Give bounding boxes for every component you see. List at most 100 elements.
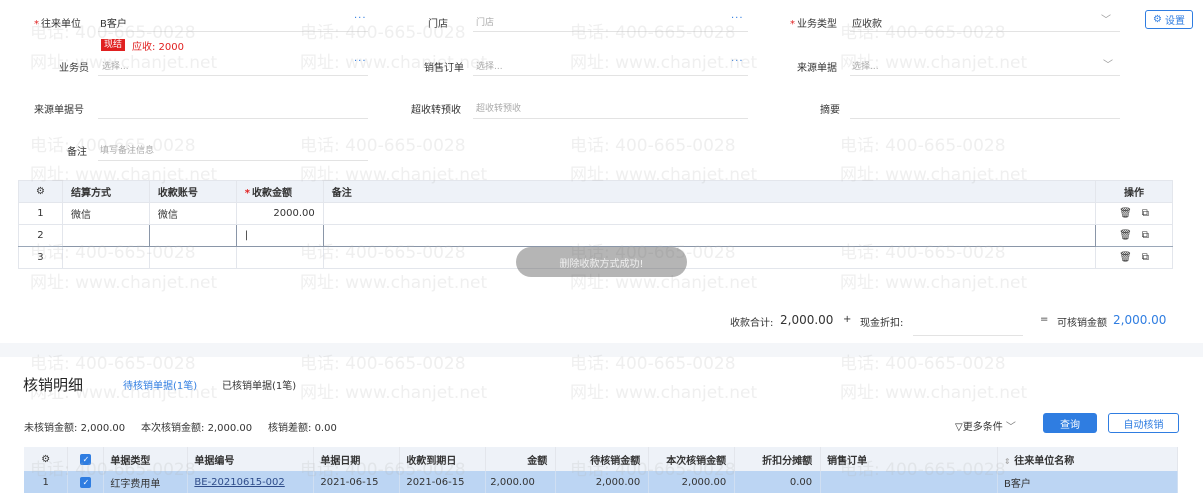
receipt-table-header: ⚙ 结算方式 收款账号 * 收款金额 备注 操作	[18, 180, 1173, 203]
salesman-label: 业务员	[59, 63, 89, 74]
writeoff-amount-value: 2,000.00	[1113, 313, 1167, 327]
store-more-icon[interactable]: ···	[731, 13, 744, 24]
remark-underline	[98, 160, 368, 161]
equals-sign: =	[1040, 314, 1049, 325]
row-number: 1	[24, 471, 69, 493]
account-cell[interactable]	[148, 224, 237, 247]
col-method: 结算方式	[61, 180, 150, 203]
discount-cell: 0.00	[734, 471, 822, 493]
watermark-site: 网址: www.chanjet.net	[300, 383, 488, 403]
note-cell[interactable]	[322, 202, 1097, 225]
salesman-more-icon[interactable]: ···	[354, 56, 367, 67]
watermark-site: 网址: www.chanjet.net	[840, 273, 1028, 293]
current-cell[interactable]: 2,000.00	[648, 471, 736, 493]
watermark-phone: 电话: 400-665-0028	[300, 136, 466, 156]
summary-input[interactable]	[850, 118, 1120, 119]
customer-value[interactable]: B客户	[100, 15, 127, 30]
copy-icon[interactable]: ⧉	[1142, 230, 1149, 241]
gear-icon: ⚙	[1153, 14, 1162, 25]
table-row[interactable]: 1 ✓ 红字费用单 BE-20210615-002 2021-06-15 202…	[24, 471, 1178, 493]
column-settings-icon[interactable]: ⚙	[24, 447, 69, 471]
chevron-down-icon[interactable]: ﹀	[1101, 11, 1111, 26]
account-cell[interactable]: 微信	[148, 202, 237, 225]
watermark-site: 网址: www.chanjet.net	[300, 273, 488, 293]
col-sales-order: 销售订单	[820, 447, 999, 471]
salesman-input[interactable]: 选择...	[102, 59, 129, 72]
amount-input[interactable]: |	[235, 224, 324, 247]
store-label: 门店	[428, 19, 448, 30]
col-partner[interactable]: ⇕ 往来单位名称	[997, 447, 1178, 471]
chevron-down-icon: ﹀	[1005, 422, 1016, 433]
source-doc-no-input[interactable]	[98, 118, 368, 119]
delete-icon[interactable]: 🗑	[1119, 208, 1132, 219]
over-receipt-underline	[473, 118, 748, 119]
method-cell[interactable]	[61, 224, 150, 247]
method-cell[interactable]: 微信	[61, 202, 150, 225]
receivable-text: 应收: 2000	[132, 42, 184, 53]
doc-code-link[interactable]: BE-20210615-002	[187, 471, 315, 493]
row-number: 3	[18, 246, 63, 269]
doc-date-cell: 2021-06-15	[313, 471, 401, 493]
watermark-phone: 电话: 400-665-0028	[570, 136, 736, 156]
filter-icon: ▽	[955, 422, 963, 433]
col-pending: 待核销金额	[555, 447, 650, 471]
due-date-cell: 2021-06-15	[399, 471, 487, 493]
auto-writeoff-button[interactable]: 自动核销	[1108, 413, 1179, 433]
watermark-phone: 电话: 400-665-0028	[840, 136, 1006, 156]
watermark-site: 网址: www.chanjet.net	[570, 53, 758, 73]
settlement-badge: 现结	[101, 39, 126, 51]
column-settings-icon[interactable]: ⚙	[18, 180, 63, 203]
copy-icon[interactable]: ⧉	[1142, 208, 1149, 219]
watermark-site: 网址: www.chanjet.net	[570, 383, 758, 403]
delete-icon[interactable]: 🗑	[1119, 252, 1132, 263]
col-current: 本次核销金额	[648, 447, 736, 471]
more-filter-button[interactable]: ▽更多条件 ﹀	[955, 418, 1016, 433]
biz-type-label: * 业务类型	[790, 19, 837, 30]
query-button[interactable]: 查询	[1043, 413, 1097, 433]
pending-cell: 2,000.00	[555, 471, 650, 493]
remark-input[interactable]: 填写备注信息	[100, 143, 154, 156]
col-ops: 操作	[1095, 180, 1173, 203]
store-input[interactable]: 门店	[476, 15, 494, 28]
amount-cell: 2,000.00	[485, 471, 557, 493]
copy-icon[interactable]: ⧉	[1142, 252, 1149, 263]
customer-underline	[98, 31, 368, 32]
note-cell[interactable]	[322, 224, 1097, 247]
select-all-checkbox[interactable]: ✓	[67, 447, 105, 471]
customer-label: * 往来单位	[34, 19, 81, 30]
writeoff-title: 核销明细	[23, 376, 84, 394]
plus-sign: +	[843, 314, 852, 325]
sales-order-cell	[820, 471, 999, 493]
settings-button[interactable]: ⚙ 设置	[1145, 10, 1193, 29]
source-doc-input[interactable]: 选择...	[852, 59, 879, 72]
discount-input[interactable]	[913, 335, 1023, 336]
source-doc-label: 来源单据	[797, 63, 837, 74]
receipt-total-label: 收款合计:	[730, 318, 774, 329]
biz-type-value[interactable]: 应收款	[852, 15, 882, 30]
amount-cell[interactable]: 2000.00	[235, 202, 324, 225]
tab-pending[interactable]: 待核销单据(1笔)	[123, 377, 197, 392]
customer-more-icon[interactable]: ···	[354, 13, 367, 24]
amount-cell[interactable]	[235, 246, 324, 269]
col-note: 备注	[322, 180, 1097, 203]
summary-label: 摘要	[820, 105, 840, 116]
row-actions: 🗑 ⧉	[1095, 246, 1173, 269]
method-cell[interactable]	[61, 246, 150, 269]
sales-order-input[interactable]: 选择...	[476, 59, 503, 72]
tab-done[interactable]: 已核销单据(1笔)	[222, 377, 296, 392]
source-doc-no-label: 来源单据号	[34, 105, 84, 116]
sales-order-more-icon[interactable]: ···	[731, 56, 744, 67]
store-underline	[473, 31, 748, 32]
chevron-down-icon[interactable]: ﹀	[1103, 56, 1113, 71]
doc-type-cell: 红字费用单	[103, 471, 189, 493]
note-cell[interactable]	[322, 246, 1097, 269]
writeoff-amount-label: 可核销金额	[1057, 318, 1107, 329]
writeoff-table: ⚙ ✓ 单据类型 单据编号 单据日期 收款到期日 金额 待核销金额 本次核销金额…	[24, 447, 1178, 493]
account-cell[interactable]	[148, 246, 237, 269]
watermark-site: 网址: www.chanjet.net	[840, 383, 1028, 403]
delete-icon[interactable]: 🗑	[1119, 230, 1132, 241]
partner-cell: B客户	[997, 471, 1178, 493]
over-receipt-input[interactable]: 超收转预收	[476, 101, 521, 114]
row-checkbox[interactable]: ✓	[67, 471, 105, 493]
col-account: 收款账号	[148, 180, 237, 203]
